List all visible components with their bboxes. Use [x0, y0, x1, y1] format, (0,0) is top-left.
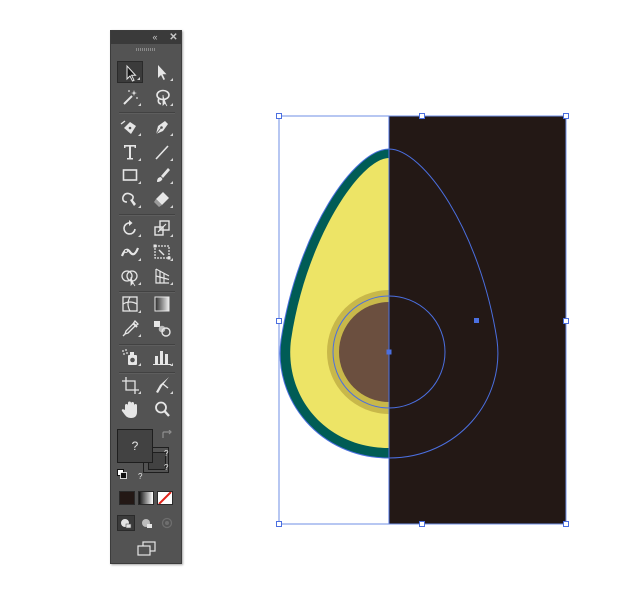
handle-bottom-right[interactable]: [563, 521, 569, 527]
handle-top-middle[interactable]: [419, 113, 425, 119]
handle-bottom-middle[interactable]: [419, 521, 425, 527]
handle-middle-right[interactable]: [563, 318, 569, 324]
handle-middle-left[interactable]: [276, 318, 282, 324]
pit-center-point[interactable]: [386, 349, 392, 355]
rectangle-center-point[interactable]: [474, 318, 479, 323]
handle-bottom-left[interactable]: [276, 521, 282, 527]
artboard-canvas[interactable]: [0, 0, 620, 600]
fill-swatch[interactable]: ?: [117, 429, 153, 463]
handle-top-right[interactable]: [563, 113, 569, 119]
handle-top-left[interactable]: [276, 113, 282, 119]
